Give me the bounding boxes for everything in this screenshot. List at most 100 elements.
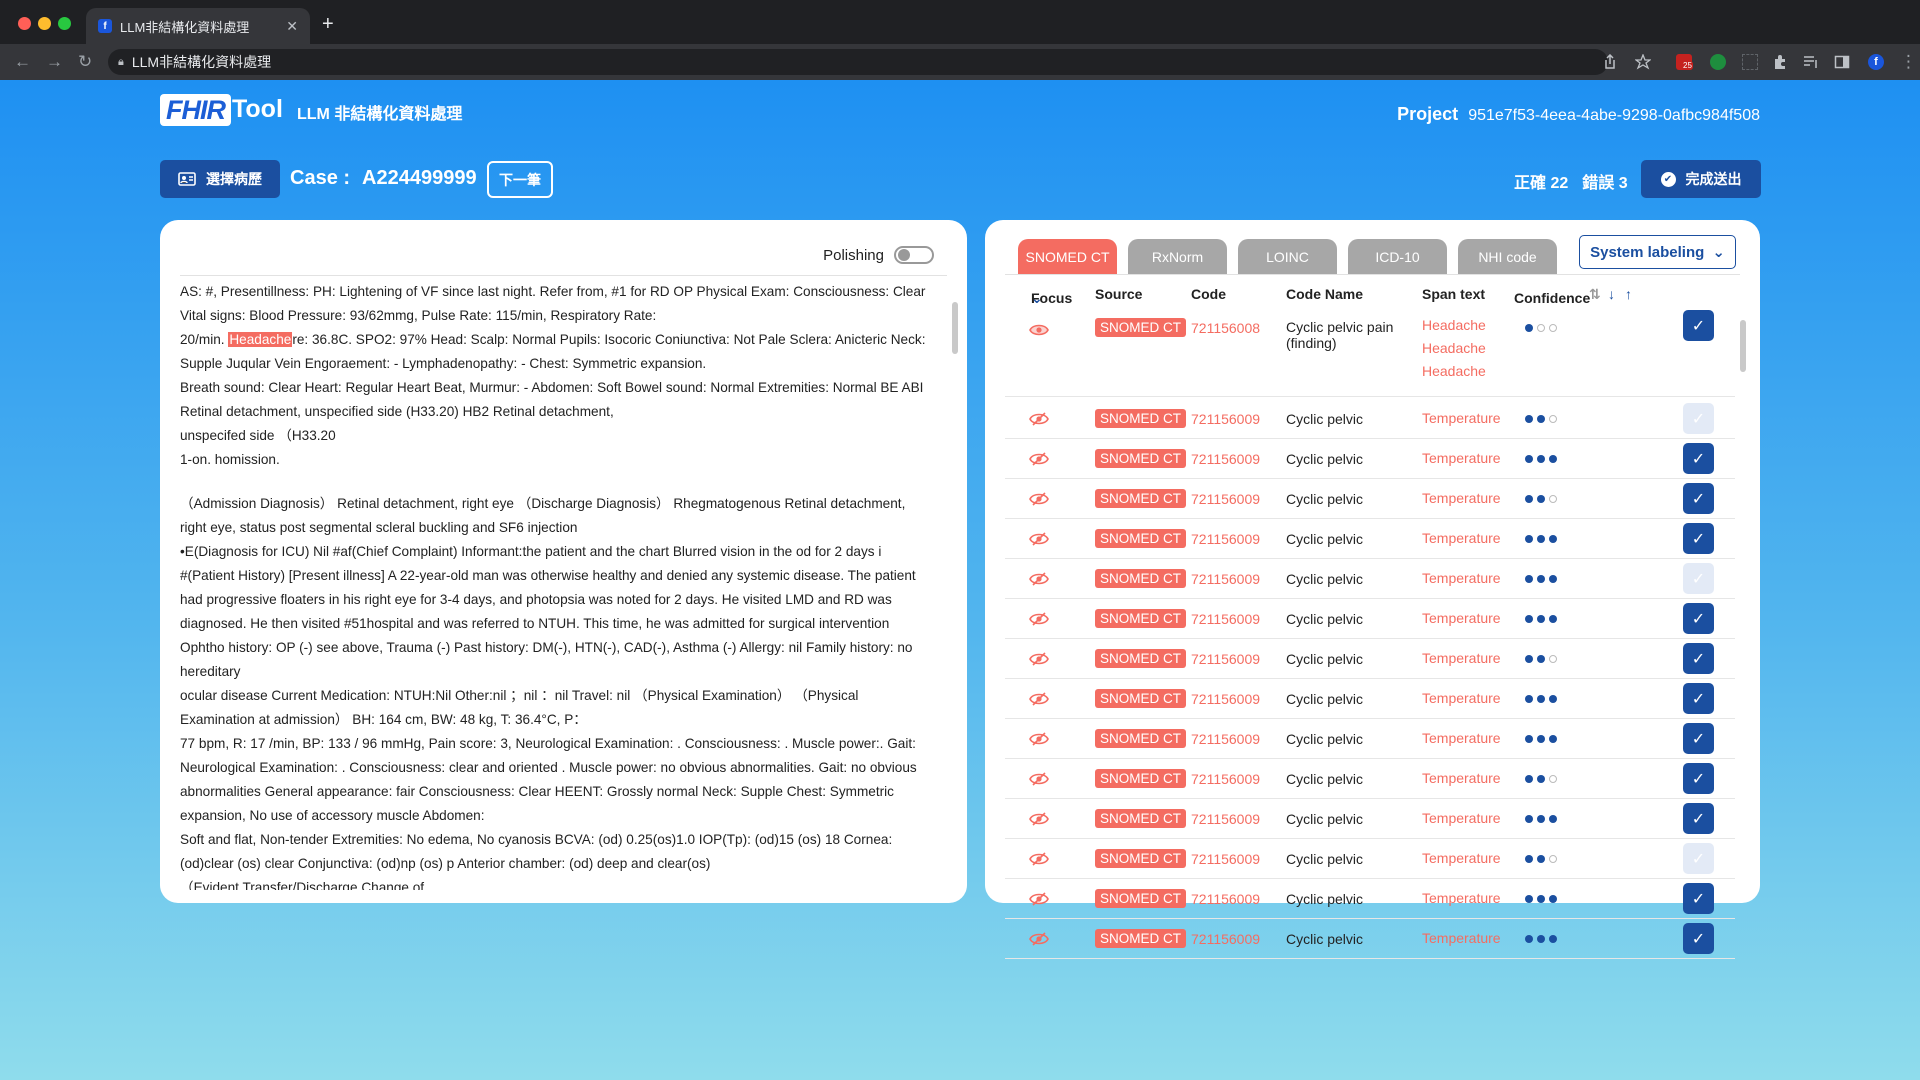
tab-rxnorm[interactable]: RxNorm bbox=[1128, 239, 1227, 274]
browser-tab[interactable]: f LLM非結構化資料處理 ✕ bbox=[86, 8, 310, 44]
code-link[interactable]: 721156009 bbox=[1191, 931, 1260, 947]
eye-slash-icon[interactable] bbox=[1029, 492, 1049, 506]
back-icon[interactable]: ← bbox=[14, 52, 31, 72]
close-window-button[interactable] bbox=[18, 17, 31, 30]
accept-checkbox[interactable]: ✓ bbox=[1683, 923, 1714, 954]
code-link[interactable]: 721156009 bbox=[1191, 891, 1260, 907]
accept-checkbox[interactable]: ✓ bbox=[1683, 683, 1714, 714]
puzzle-extensions-icon[interactable] bbox=[1772, 54, 1788, 70]
code-link[interactable]: 721156009 bbox=[1191, 851, 1260, 867]
eye-slash-icon[interactable] bbox=[1029, 612, 1049, 626]
focus-toggle[interactable] bbox=[1029, 412, 1049, 429]
sort-asc-icon[interactable]: ↑ bbox=[1625, 286, 1632, 302]
table-row[interactable]: SNOMED CT 721156009 Cyclic pelvic Temper… bbox=[1005, 519, 1735, 559]
code-link[interactable]: 721156009 bbox=[1191, 531, 1260, 547]
reading-list-icon[interactable] bbox=[1803, 54, 1819, 70]
close-tab-icon[interactable]: ✕ bbox=[286, 18, 298, 35]
table-row[interactable]: SNOMED CT 721156009 Cyclic pelvic Temper… bbox=[1005, 639, 1735, 679]
accept-checkbox[interactable]: ✓ bbox=[1683, 883, 1714, 914]
tab-loinc[interactable]: LOINC bbox=[1238, 239, 1337, 274]
accept-checkbox[interactable]: ✓ bbox=[1683, 563, 1714, 594]
table-row[interactable]: SNOMED CT 721156009 Cyclic pelvic Temper… bbox=[1005, 479, 1735, 519]
code-link[interactable]: 721156008 bbox=[1191, 320, 1260, 336]
accept-checkbox[interactable]: ✓ bbox=[1683, 723, 1714, 754]
table-row[interactable]: SNOMED CT 721156009 Cyclic pelvic Temper… bbox=[1005, 759, 1735, 799]
accept-checkbox[interactable]: ✓ bbox=[1683, 843, 1714, 874]
table-scrollbar[interactable] bbox=[1740, 320, 1746, 372]
tab-nhi-code[interactable]: NHI code bbox=[1458, 239, 1557, 274]
maximize-window-button[interactable] bbox=[58, 17, 71, 30]
table-row[interactable]: SNOMED CT 721156009 Cyclic pelvic Temper… bbox=[1005, 839, 1735, 879]
focus-toggle[interactable] bbox=[1029, 772, 1049, 789]
eye-slash-icon[interactable] bbox=[1029, 652, 1049, 666]
focus-toggle[interactable] bbox=[1029, 692, 1049, 709]
tab-snomed-ct[interactable]: SNOMED CT bbox=[1018, 239, 1117, 274]
table-row[interactable]: SNOMED CT 721156009 Cyclic pelvic Temper… bbox=[1005, 399, 1735, 439]
new-tab-icon[interactable]: + bbox=[322, 14, 334, 34]
table-row[interactable]: SNOMED CT 721156009 Cyclic pelvic Temper… bbox=[1005, 599, 1735, 639]
eye-slash-icon[interactable] bbox=[1029, 572, 1049, 586]
eye-slash-icon[interactable] bbox=[1029, 452, 1049, 466]
accept-checkbox[interactable]: ✓ bbox=[1683, 803, 1714, 834]
accept-checkbox[interactable]: ✓ bbox=[1683, 443, 1714, 474]
focus-toggle[interactable] bbox=[1029, 492, 1049, 509]
accept-checkbox[interactable]: ✓ bbox=[1683, 603, 1714, 634]
code-link[interactable]: 721156009 bbox=[1191, 771, 1260, 787]
focus-toggle[interactable] bbox=[1029, 812, 1049, 829]
forward-icon[interactable]: → bbox=[46, 52, 63, 72]
accept-checkbox[interactable]: ✓ bbox=[1683, 763, 1714, 794]
next-case-button[interactable]: 下一筆 bbox=[487, 161, 553, 198]
bookmark-star-icon[interactable] bbox=[1635, 54, 1651, 70]
code-link[interactable]: 721156009 bbox=[1191, 651, 1260, 667]
code-link[interactable]: 721156009 bbox=[1191, 731, 1260, 747]
table-row[interactable]: SNOMED CT 721156009 Cyclic pelvic Temper… bbox=[1005, 679, 1735, 719]
eye-icon[interactable] bbox=[1029, 323, 1049, 337]
table-row[interactable]: SNOMED CT 721156009 Cyclic pelvic Temper… bbox=[1005, 879, 1735, 919]
menu-kebab-icon[interactable]: ⋮ bbox=[1900, 52, 1917, 72]
focus-toggle[interactable] bbox=[1029, 652, 1049, 669]
focus-toggle[interactable] bbox=[1029, 532, 1049, 549]
focus-toggle[interactable] bbox=[1029, 612, 1049, 629]
accept-checkbox[interactable]: ✓ bbox=[1683, 643, 1714, 674]
focus-toggle[interactable] bbox=[1029, 852, 1049, 869]
accept-checkbox[interactable]: ✓ bbox=[1683, 523, 1714, 554]
sort-desc-icon[interactable]: ↓ bbox=[1608, 286, 1615, 302]
focus-toggle[interactable] bbox=[1029, 892, 1049, 909]
focus-toggle[interactable] bbox=[1029, 452, 1049, 469]
highlighted-span[interactable]: Headache bbox=[228, 332, 293, 347]
table-row[interactable]: SNOMED CT 721156009 Cyclic pelvic Temper… bbox=[1005, 719, 1735, 759]
table-row[interactable]: SNOMED CT 721156008 Cyclic pelvic pain (f… bbox=[1005, 310, 1735, 397]
eye-slash-icon[interactable] bbox=[1029, 772, 1049, 786]
eye-slash-icon[interactable] bbox=[1029, 412, 1049, 426]
focus-toggle[interactable] bbox=[1029, 323, 1049, 340]
mail-extension-icon[interactable]: 25 bbox=[1676, 54, 1693, 70]
code-link[interactable]: 721156009 bbox=[1191, 611, 1260, 627]
table-row[interactable]: SNOMED CT 721156009 Cyclic pelvic Temper… bbox=[1005, 439, 1735, 479]
table-row[interactable]: SNOMED CT 721156009 Cyclic pelvic Temper… bbox=[1005, 559, 1735, 599]
focus-toggle[interactable] bbox=[1029, 732, 1049, 749]
table-row[interactable]: SNOMED CT 721156009 Cyclic pelvic Temper… bbox=[1005, 799, 1735, 839]
filter-icon[interactable]: ⇅ bbox=[1589, 286, 1601, 303]
eye-slash-icon[interactable] bbox=[1029, 932, 1049, 946]
note-scrollbar[interactable] bbox=[952, 302, 958, 354]
screenshot-extension-icon[interactable] bbox=[1742, 54, 1758, 70]
select-case-button[interactable]: 選擇病歷 bbox=[160, 160, 280, 198]
submit-button[interactable]: ✔ 完成送出 bbox=[1641, 160, 1761, 198]
eye-slash-icon[interactable] bbox=[1029, 852, 1049, 866]
code-link[interactable]: 721156009 bbox=[1191, 691, 1260, 707]
accept-checkbox[interactable]: ✓ bbox=[1683, 403, 1714, 434]
code-link[interactable]: 721156009 bbox=[1191, 571, 1260, 587]
profile-avatar-icon[interactable]: f bbox=[1868, 54, 1884, 70]
eye-slash-icon[interactable] bbox=[1029, 732, 1049, 746]
accept-checkbox[interactable]: ✓ bbox=[1683, 483, 1714, 514]
code-link[interactable]: 721156009 bbox=[1191, 451, 1260, 467]
accept-checkbox[interactable]: ✓ bbox=[1683, 310, 1714, 341]
eye-slash-icon[interactable] bbox=[1029, 532, 1049, 546]
focus-toggle[interactable] bbox=[1029, 572, 1049, 589]
system-labeling-dropdown[interactable]: System labeling ⌄ bbox=[1579, 235, 1736, 269]
share-icon[interactable] bbox=[1602, 54, 1618, 70]
tab-icd-10[interactable]: ICD-10 bbox=[1348, 239, 1447, 274]
code-link[interactable]: 721156009 bbox=[1191, 811, 1260, 827]
green-extension-icon[interactable] bbox=[1710, 54, 1726, 70]
address-bar[interactable]: 🔒︎ LLM非結構化資料處理 bbox=[108, 49, 1608, 75]
